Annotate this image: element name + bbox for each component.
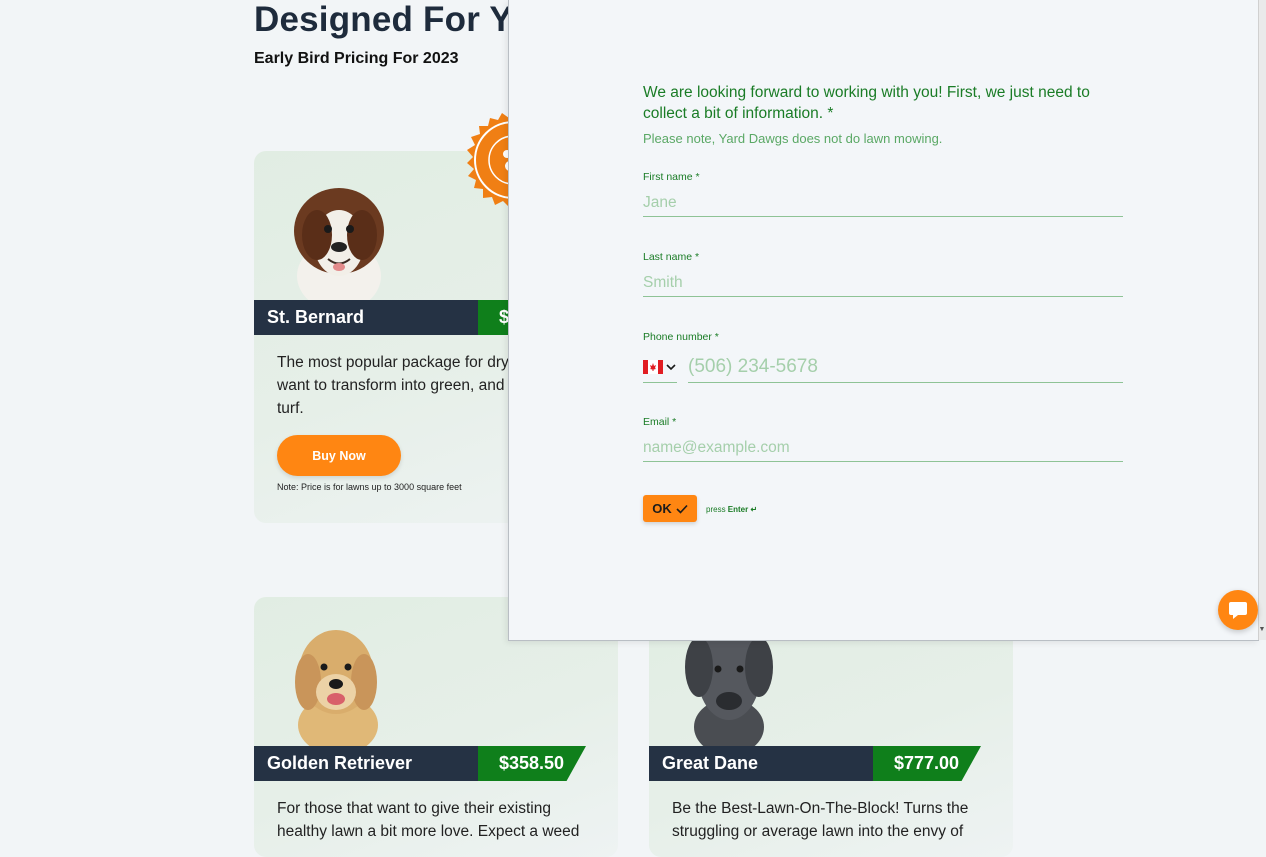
press-enter-hint: press Enter ↵	[706, 505, 757, 514]
package-price: $777.00	[873, 746, 981, 781]
chat-button[interactable]	[1218, 590, 1258, 630]
checkmark-icon	[676, 504, 688, 514]
email-label: Email *	[643, 416, 677, 428]
modal-scrollbar[interactable]	[1258, 0, 1266, 640]
chat-bubble-icon	[1229, 602, 1247, 619]
package-name: St. Bernard	[254, 300, 478, 335]
package-description: For those that want to give their existi…	[277, 800, 580, 840]
canada-flag-icon	[643, 359, 663, 374]
form-intro-heading: We are looking forward to working with y…	[643, 84, 1090, 122]
first-name-input[interactable]	[643, 190, 1123, 217]
price-note: Note: Price is for lawns up to 3000 squa…	[277, 482, 462, 492]
package-name: Great Dane	[649, 746, 873, 781]
last-name-label: Last name *	[643, 251, 700, 263]
package-price: $358.50	[478, 746, 586, 781]
last-name-input[interactable]	[643, 270, 1123, 297]
enter-key-label: Enter ↵	[727, 505, 758, 514]
buy-now-button[interactable]: Buy Now	[277, 435, 401, 476]
package-description: Be the Best-Lawn-On-The-Block! Turns the…	[672, 800, 969, 840]
page-title: Designed For Yo	[254, 0, 532, 39]
ok-button-label: OK	[652, 501, 672, 516]
ok-button[interactable]: OK	[643, 495, 697, 522]
first-name-label: First name *	[643, 171, 700, 183]
phone-label: Phone number *	[643, 331, 719, 343]
country-select[interactable]	[643, 351, 677, 383]
email-input[interactable]	[643, 435, 1123, 462]
scroll-down-arrow-icon[interactable]: ▼	[1258, 626, 1266, 633]
form-intro-note: Please note, Yard Dawgs does not do lawn…	[643, 131, 943, 146]
phone-input[interactable]	[688, 351, 1123, 383]
package-name: Golden Retriever	[254, 746, 478, 781]
press-label: press	[706, 505, 726, 514]
chevron-down-icon	[666, 363, 676, 370]
page-subtitle: Early Bird Pricing For 2023	[254, 50, 459, 67]
